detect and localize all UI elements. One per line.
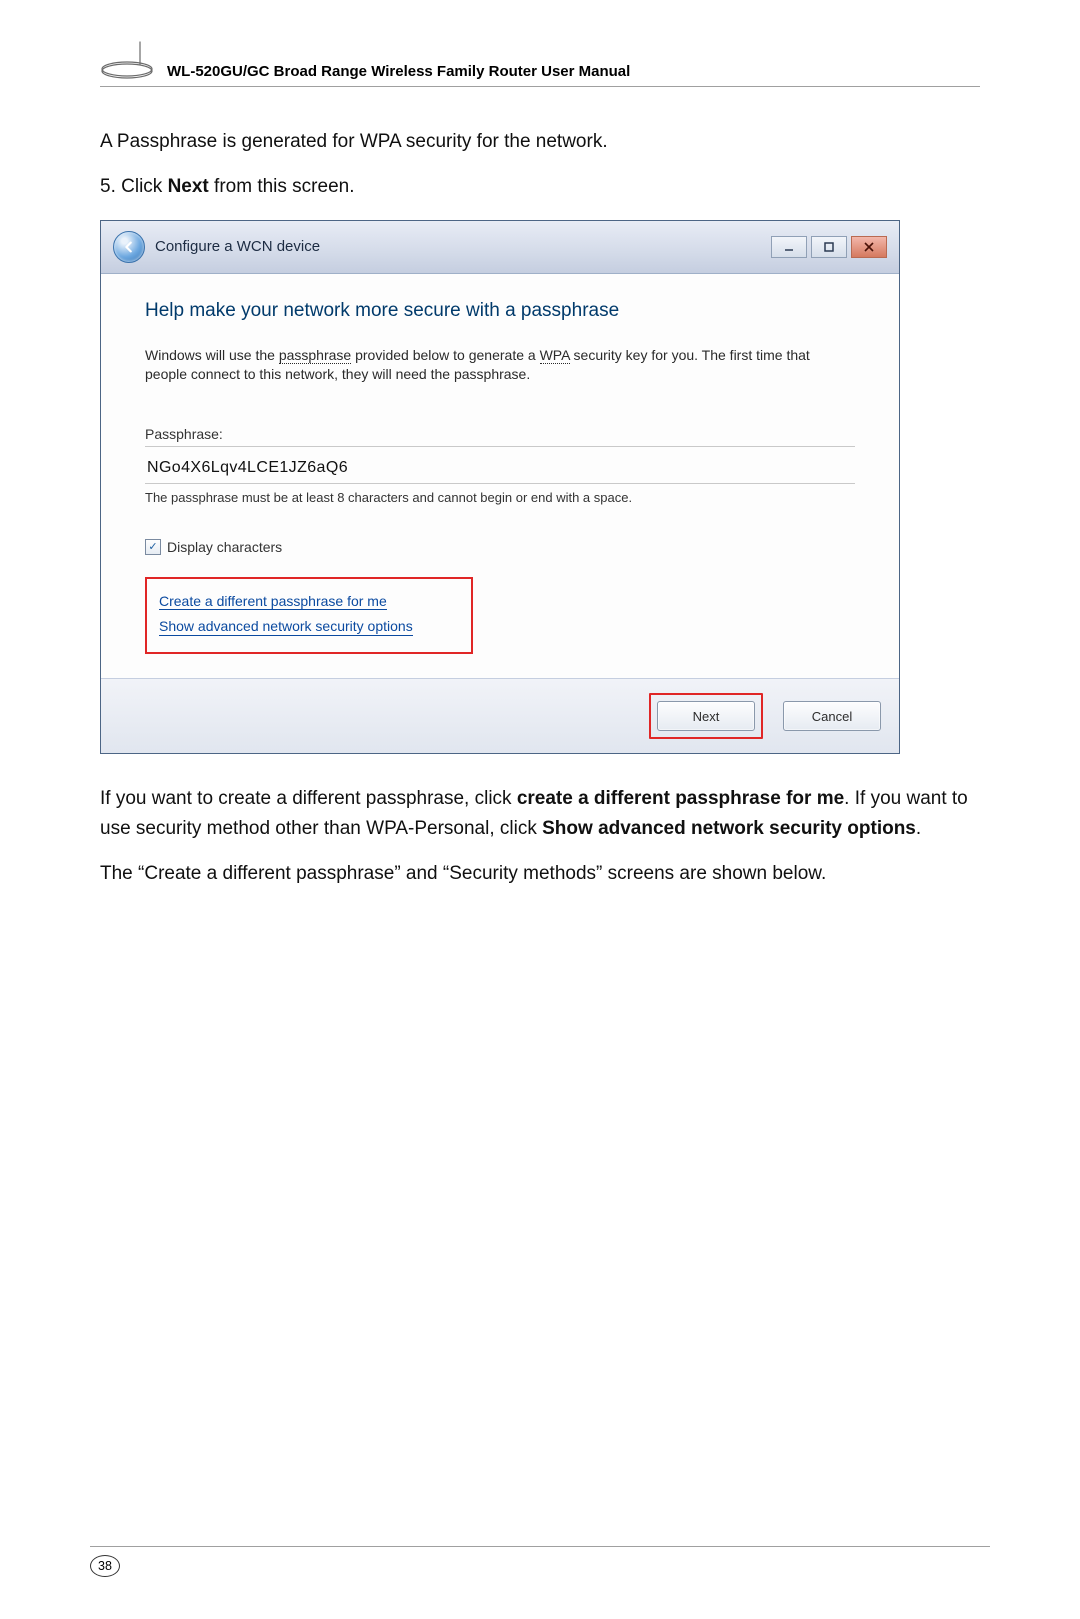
body-text-2: If you want to create a different passph… bbox=[100, 784, 980, 888]
passphrase-hint: The passphrase must be at least 8 charac… bbox=[145, 490, 855, 505]
link-different-passphrase[interactable]: Create a different passphrase for me bbox=[159, 593, 387, 611]
close-icon bbox=[863, 241, 875, 253]
window-controls bbox=[771, 236, 887, 258]
dialog-heading: Help make your network more secure with … bbox=[145, 300, 855, 322]
page-number: 38 bbox=[90, 1555, 120, 1577]
close-button[interactable] bbox=[851, 236, 887, 258]
cancel-button[interactable]: Cancel bbox=[783, 701, 881, 731]
manual-page: WL-520GU/GC Broad Range Wireless Family … bbox=[0, 0, 1080, 1619]
dialog-footer: Next Cancel bbox=[101, 678, 899, 753]
intro-text: A Passphrase is generated for WPA securi… bbox=[100, 127, 980, 156]
passphrase-label: Passphrase: bbox=[145, 426, 855, 447]
dialog-titlebar: Configure a WCN device bbox=[101, 221, 899, 274]
header-title: WL-520GU/GC Broad Range Wireless Family … bbox=[167, 63, 630, 80]
checkbox-label: Display characters bbox=[167, 539, 282, 555]
link-advanced-security[interactable]: Show advanced network security options bbox=[159, 618, 413, 636]
maximize-icon bbox=[823, 241, 835, 253]
next-button[interactable]: Next bbox=[657, 701, 755, 731]
wcn-dialog: Configure a WCN device Help make your ne… bbox=[100, 220, 900, 754]
para-screens-below: The “Create a different passphrase” and … bbox=[100, 859, 980, 888]
minimize-icon bbox=[783, 241, 795, 253]
footer-rule bbox=[90, 1546, 990, 1547]
display-characters-checkbox[interactable]: ✓ Display characters bbox=[145, 539, 855, 555]
para-different-passphrase: If you want to create a different passph… bbox=[100, 784, 980, 843]
highlight-links-box: Create a different passphrase for me Sho… bbox=[145, 577, 473, 655]
highlight-next-box: Next bbox=[649, 693, 763, 739]
minimize-button[interactable] bbox=[771, 236, 807, 258]
checkbox-icon: ✓ bbox=[145, 539, 161, 555]
body-text: A Passphrase is generated for WPA securi… bbox=[100, 127, 980, 202]
arrow-left-icon bbox=[122, 240, 136, 254]
passphrase-input[interactable]: NGo4X6Lqv4LCE1JZ6aQ6 bbox=[145, 453, 855, 484]
router-icon bbox=[100, 40, 155, 80]
dialog-title: Configure a WCN device bbox=[155, 238, 320, 255]
page-header: WL-520GU/GC Broad Range Wireless Family … bbox=[100, 40, 980, 87]
dialog-content: Help make your network more secure with … bbox=[101, 274, 899, 678]
back-button[interactable] bbox=[113, 231, 145, 263]
dialog-description: Windows will use the passphrase provided… bbox=[145, 346, 855, 384]
maximize-button[interactable] bbox=[811, 236, 847, 258]
step-5: 5. Click Next from this screen. bbox=[100, 172, 980, 201]
